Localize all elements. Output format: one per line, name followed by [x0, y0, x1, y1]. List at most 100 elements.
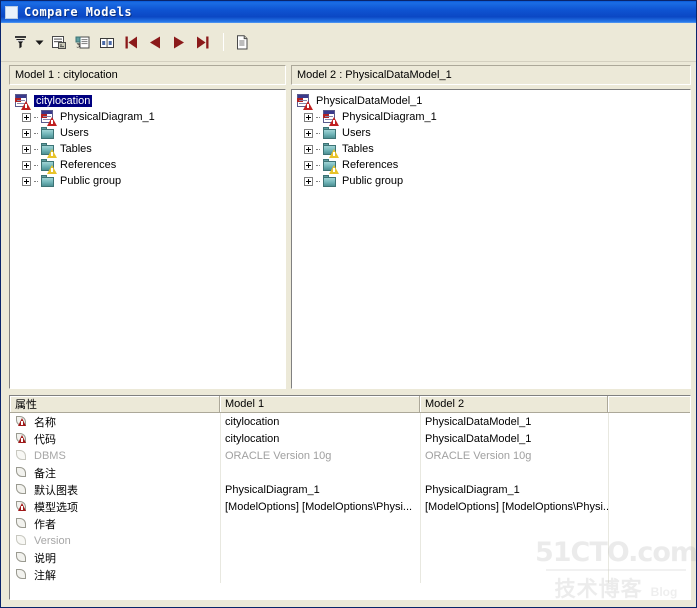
tree-node-label: PhysicalDiagram_1	[60, 111, 155, 123]
table-row[interactable]: 名称 citylocation PhysicalDataModel_1	[10, 413, 690, 430]
tree-node-label: Public group	[60, 175, 122, 187]
property-label: 作者	[34, 518, 56, 531]
previous-difference-icon[interactable]	[144, 31, 166, 53]
cell-property: Version	[10, 534, 220, 547]
expand-icon[interactable]	[22, 160, 31, 170]
expand-icon[interactable]	[22, 128, 31, 138]
tree-connector	[34, 148, 38, 150]
property-label: 注解	[34, 569, 56, 582]
table-row[interactable]: DBMS ORACLE Version 10g ORACLE Version 10g	[10, 447, 690, 464]
folder-icon	[40, 126, 56, 141]
column-header-model2[interactable]: Model 2	[420, 396, 608, 412]
cell-property: 名称	[10, 414, 220, 430]
tree-node[interactable]: Tables	[10, 141, 285, 158]
compare-models-window: Compare Models 3 Model 1: citylocation …	[0, 0, 697, 608]
tree-node[interactable]: PhysicalDataModel_1	[292, 93, 690, 110]
tree-node[interactable]: Public group	[10, 173, 285, 189]
tree-node-label: References	[342, 159, 399, 171]
table-row[interactable]: 默认图表 PhysicalDiagram_1 PhysicalDiagram_1	[10, 481, 690, 498]
property-icon	[15, 551, 29, 564]
cell-property: 注解	[10, 567, 220, 583]
last-difference-icon[interactable]	[192, 31, 214, 53]
title-bar[interactable]: Compare Models	[1, 1, 696, 23]
table-row[interactable]: 注解	[10, 566, 690, 583]
model1-header-label: Model 1 : citylocation	[15, 69, 118, 81]
compare-options-icon[interactable]: 3	[72, 31, 94, 53]
property-label: 默认图表	[34, 484, 78, 497]
table-row[interactable]: Version	[10, 532, 690, 549]
table-row[interactable]: 说明	[10, 549, 690, 566]
filter-icon[interactable]	[9, 31, 31, 53]
cell-model1: PhysicalDiagram_1	[225, 483, 320, 496]
tree-connector	[34, 116, 38, 118]
cell-model1: citylocation	[225, 432, 280, 445]
expand-icon[interactable]	[22, 112, 31, 122]
model1-header: Model 1 : citylocation	[9, 65, 286, 85]
model-icon	[14, 93, 31, 110]
expand-icon[interactable]	[304, 128, 313, 138]
tree-node-label: Tables	[60, 143, 92, 155]
property-label: 说明	[34, 552, 56, 565]
cell-property: 说明	[10, 550, 220, 566]
tree-node[interactable]: References	[10, 157, 285, 174]
property-icon	[15, 534, 29, 547]
expand-icon[interactable]	[304, 176, 313, 186]
folder-warning-icon	[40, 142, 57, 158]
tree-node[interactable]: citylocation	[10, 93, 285, 110]
grid-body: 名称 citylocation PhysicalDataModel_1 代码 cityl…	[10, 413, 690, 583]
panes-splitter[interactable]	[287, 89, 290, 389]
properties-icon[interactable]	[48, 31, 70, 53]
toolbar: 3	[1, 23, 696, 62]
column-header-model1[interactable]: Model 1	[220, 396, 420, 412]
property-label: 名称	[34, 416, 56, 429]
property-icon	[15, 517, 29, 530]
property-icon	[15, 568, 29, 581]
tree-node-label: Public group	[342, 175, 404, 187]
side-by-side-icon[interactable]	[96, 31, 118, 53]
first-difference-icon[interactable]	[120, 31, 142, 53]
tree-node[interactable]: PhysicalDiagram_1	[292, 109, 690, 126]
cell-property: 模型选项	[10, 499, 220, 515]
cell-model2: ORACLE Version 10g	[425, 449, 532, 462]
tree-node[interactable]: Users	[292, 125, 690, 141]
table-row[interactable]: 备注	[10, 464, 690, 481]
next-difference-icon[interactable]	[168, 31, 190, 53]
tree-node[interactable]: References	[292, 157, 690, 174]
grid-column-divider-2	[420, 413, 421, 583]
cell-property: 作者	[10, 516, 220, 532]
cell-property: 默认图表	[10, 482, 220, 498]
model2-header-label: Model 2 : PhysicalDataModel_1	[297, 69, 452, 81]
tree-connector	[34, 180, 38, 182]
tree-node[interactable]: Tables	[292, 141, 690, 158]
model1-tree[interactable]: citylocation PhysicalDiagram_1 Users Tables…	[9, 89, 286, 389]
tree-node-label: Users	[342, 127, 371, 139]
property-icon	[15, 449, 29, 462]
filter-dropdown-arrow-icon[interactable]	[33, 31, 46, 53]
properties-grid[interactable]: 属性 Model 1 Model 2 名称 citylocation Physica…	[9, 395, 691, 600]
expand-icon[interactable]	[304, 144, 313, 154]
report-icon[interactable]	[231, 31, 253, 53]
expand-icon[interactable]	[22, 176, 31, 186]
tree-connector	[316, 132, 320, 134]
tree-node-label: citylocation	[34, 95, 93, 107]
table-row[interactable]: 代码 citylocation PhysicalDataModel_1	[10, 430, 690, 447]
diagram-icon	[40, 109, 57, 126]
column-header-property[interactable]: 属性	[10, 396, 220, 412]
table-row[interactable]: 模型选项 [ModelOptions] [ModelOptions\Physi..…	[10, 498, 690, 515]
tree-node[interactable]: Public group	[292, 173, 690, 189]
tree-connector	[34, 132, 38, 134]
table-row[interactable]: 作者	[10, 515, 690, 532]
tree-node[interactable]: PhysicalDiagram_1	[10, 109, 285, 126]
cell-property: 代码	[10, 431, 220, 447]
svg-text:3: 3	[76, 42, 80, 49]
tree-node[interactable]: Users	[10, 125, 285, 141]
tree-connector	[316, 116, 320, 118]
expand-icon[interactable]	[304, 160, 313, 170]
column-header-extra[interactable]	[608, 396, 690, 412]
model2-tree[interactable]: PhysicalDataModel_1 PhysicalDiagram_1 User…	[291, 89, 691, 389]
expand-icon[interactable]	[22, 144, 31, 154]
cell-model1: [ModelOptions] [ModelOptions\Physi...	[225, 500, 413, 513]
expand-icon[interactable]	[304, 112, 313, 122]
property-label: 模型选项	[34, 501, 78, 514]
folder-icon	[40, 174, 56, 189]
